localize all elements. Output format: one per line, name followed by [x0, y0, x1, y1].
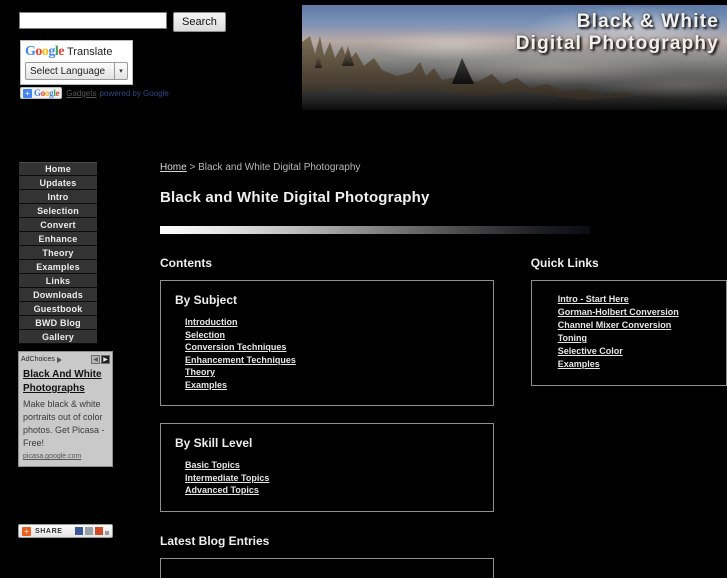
add-to-google-chip[interactable]: + Google — [20, 87, 63, 99]
blog-entries-panel — [160, 557, 494, 578]
share-widget[interactable]: + SHARE — [18, 524, 113, 538]
blog-heading: Latest Blog Entries — [160, 533, 270, 548]
chevron-down-icon: ▾ — [114, 63, 127, 79]
sidebar-item-convert[interactable]: Convert — [19, 218, 97, 232]
sidebar-item-selection[interactable]: Selection — [19, 204, 97, 218]
sidebar-item-links[interactable]: Links — [19, 274, 97, 288]
adchoices-link[interactable]: AdChoices — [21, 356, 62, 363]
quick-links-panel: Intro - Start Here Gorman-Holbert Convers… — [530, 280, 727, 386]
google-translate-widget[interactable]: Google Translate Select Language ▾ — [20, 40, 133, 85]
site-search: Search — [19, 12, 226, 32]
powered-by-google-text: powered by Google — [99, 88, 169, 98]
by-skill-title: By Skill Level — [175, 436, 253, 450]
banner-title: Black & White Digital Photography — [516, 11, 719, 55]
adchoices-label: AdChoices — [21, 356, 55, 363]
adchoices-triangle-icon — [56, 356, 62, 363]
share-plus-icon: + — [22, 526, 31, 536]
sidebar-item-intro[interactable]: Intro — [19, 190, 97, 204]
breadcrumb-home-link[interactable]: Home — [160, 162, 187, 173]
quick-links-heading: Quick Links — [530, 256, 599, 270]
ad-next-icon[interactable]: ▶ — [101, 355, 110, 364]
sidebar-navigation: Home Updates Intro Selection Convert Enhance T… — [19, 162, 111, 344]
quick-link-gorman-holbert-conversion[interactable]: Gorman-Holbert Conversion — [558, 306, 679, 319]
ad-body: Black And White Photographs Make black &… — [21, 365, 110, 464]
by-skill-wrapper: By Skill Level Basic Topics Intermediate … — [160, 423, 494, 512]
twitter-icon[interactable] — [85, 527, 93, 535]
subject-link-introduction[interactable]: Introduction — [185, 316, 238, 329]
breadcrumb: Home > Black and White Digital Photograp… — [160, 162, 727, 173]
sidebar-item-home[interactable]: Home — [19, 162, 97, 176]
breadcrumb-current: Black and White Digital Photography — [198, 162, 361, 173]
gadgets-link[interactable]: Gadgets — [66, 89, 96, 98]
breadcrumb-separator: > — [186, 162, 199, 173]
quick-link-channel-mixer-conversion[interactable]: Channel Mixer Conversion — [558, 319, 672, 332]
subject-link-selection[interactable]: Selection — [185, 329, 225, 342]
banner-title-line2: Digital Photography — [515, 33, 719, 54]
google-logo: Google — [25, 44, 64, 59]
by-subject-title: By Subject — [175, 293, 238, 307]
page-title: Black and White Digital Photography — [160, 189, 430, 206]
by-skill-link-list: Basic Topics Intermediate Topics Advanced … — [185, 459, 479, 497]
sidebar-item-downloads[interactable]: Downloads — [19, 288, 97, 302]
ad-display-url[interactable]: picasa.google.com — [23, 453, 108, 460]
subject-link-theory[interactable]: Theory — [185, 366, 215, 379]
grayscale-gradient-divider — [160, 226, 590, 234]
contents-heading: Contents — [160, 256, 212, 270]
sidebar-ad: AdChoices ◀ ▶ Black And White Photograph… — [18, 351, 113, 467]
site-banner: Black & White Digital Photography — [302, 5, 727, 110]
skill-link-advanced-topics[interactable]: Advanced Topics — [185, 484, 259, 497]
skill-link-basic-topics[interactable]: Basic Topics — [185, 459, 240, 472]
more-icon[interactable] — [105, 531, 109, 535]
translate-label: Translate — [67, 46, 113, 58]
by-subject-link-list: Introduction Selection Conversion Techniqu… — [185, 316, 479, 391]
sidebar-item-bwd-blog[interactable]: BWD Blog — [19, 316, 97, 330]
ad-header: AdChoices ◀ ▶ — [21, 354, 110, 365]
quick-link-selective-color[interactable]: Selective Color — [558, 345, 623, 358]
google-gadgets-bar[interactable]: + Google Gadgets powered by Google — [20, 87, 169, 99]
quick-links-column: Quick Links Intro - Start Here Gorman-Hol… — [530, 256, 727, 578]
subject-link-examples[interactable]: Examples — [185, 379, 227, 392]
page-header: Search Google Translate Select Language … — [0, 0, 727, 118]
language-select-value: Select Language — [30, 65, 106, 77]
search-button[interactable]: Search — [173, 12, 226, 32]
quick-link-examples[interactable]: Examples — [558, 358, 600, 371]
ad-prev-icon[interactable]: ◀ — [91, 355, 100, 364]
quick-link-toning[interactable]: Toning — [558, 332, 587, 345]
share-label: SHARE — [35, 527, 63, 535]
search-input[interactable] — [19, 12, 167, 29]
ad-pager: ◀ ▶ — [91, 355, 110, 364]
sidebar-item-examples[interactable]: Examples — [19, 260, 97, 274]
ad-title-link[interactable]: Black And White Photographs — [23, 368, 108, 396]
main-content: Home > Black and White Digital Photograp… — [160, 162, 727, 578]
skill-link-intermediate-topics[interactable]: Intermediate Topics — [185, 472, 269, 485]
contents-column: Contents By Subject Introduction Selectio… — [160, 256, 494, 578]
subject-link-enhancement-techniques[interactable]: Enhancement Techniques — [185, 354, 296, 367]
quick-link-intro-start-here[interactable]: Intro - Start Here — [558, 293, 629, 306]
sidebar-item-gallery[interactable]: Gallery — [19, 330, 97, 344]
google-logo-small: Google — [34, 88, 60, 98]
sidebar-item-theory[interactable]: Theory — [19, 246, 97, 260]
language-select[interactable]: Select Language ▾ — [25, 62, 128, 80]
content-columns: Contents By Subject Introduction Selectio… — [160, 256, 727, 578]
sidebar-item-enhance[interactable]: Enhance — [19, 232, 97, 246]
by-skill-panel: By Skill Level Basic Topics Intermediate … — [160, 423, 494, 512]
banner-title-line1: Black & White — [576, 11, 719, 32]
translate-header: Google Translate — [25, 44, 128, 59]
subject-link-conversion-techniques[interactable]: Conversion Techniques — [185, 341, 286, 354]
email-icon[interactable] — [95, 527, 103, 535]
facebook-icon[interactable] — [75, 527, 83, 535]
plus-icon: + — [23, 88, 32, 98]
sidebar-item-guestbook[interactable]: Guestbook — [19, 302, 97, 316]
sidebar-item-updates[interactable]: Updates — [19, 176, 97, 190]
quick-links-list: Intro - Start Here Gorman-Holbert Convers… — [558, 293, 712, 371]
by-subject-panel: By Subject Introduction Selection Conversi… — [160, 280, 494, 406]
share-service-icons[interactable] — [75, 527, 109, 535]
ad-description: Make black & white portraits out of colo… — [23, 399, 105, 448]
